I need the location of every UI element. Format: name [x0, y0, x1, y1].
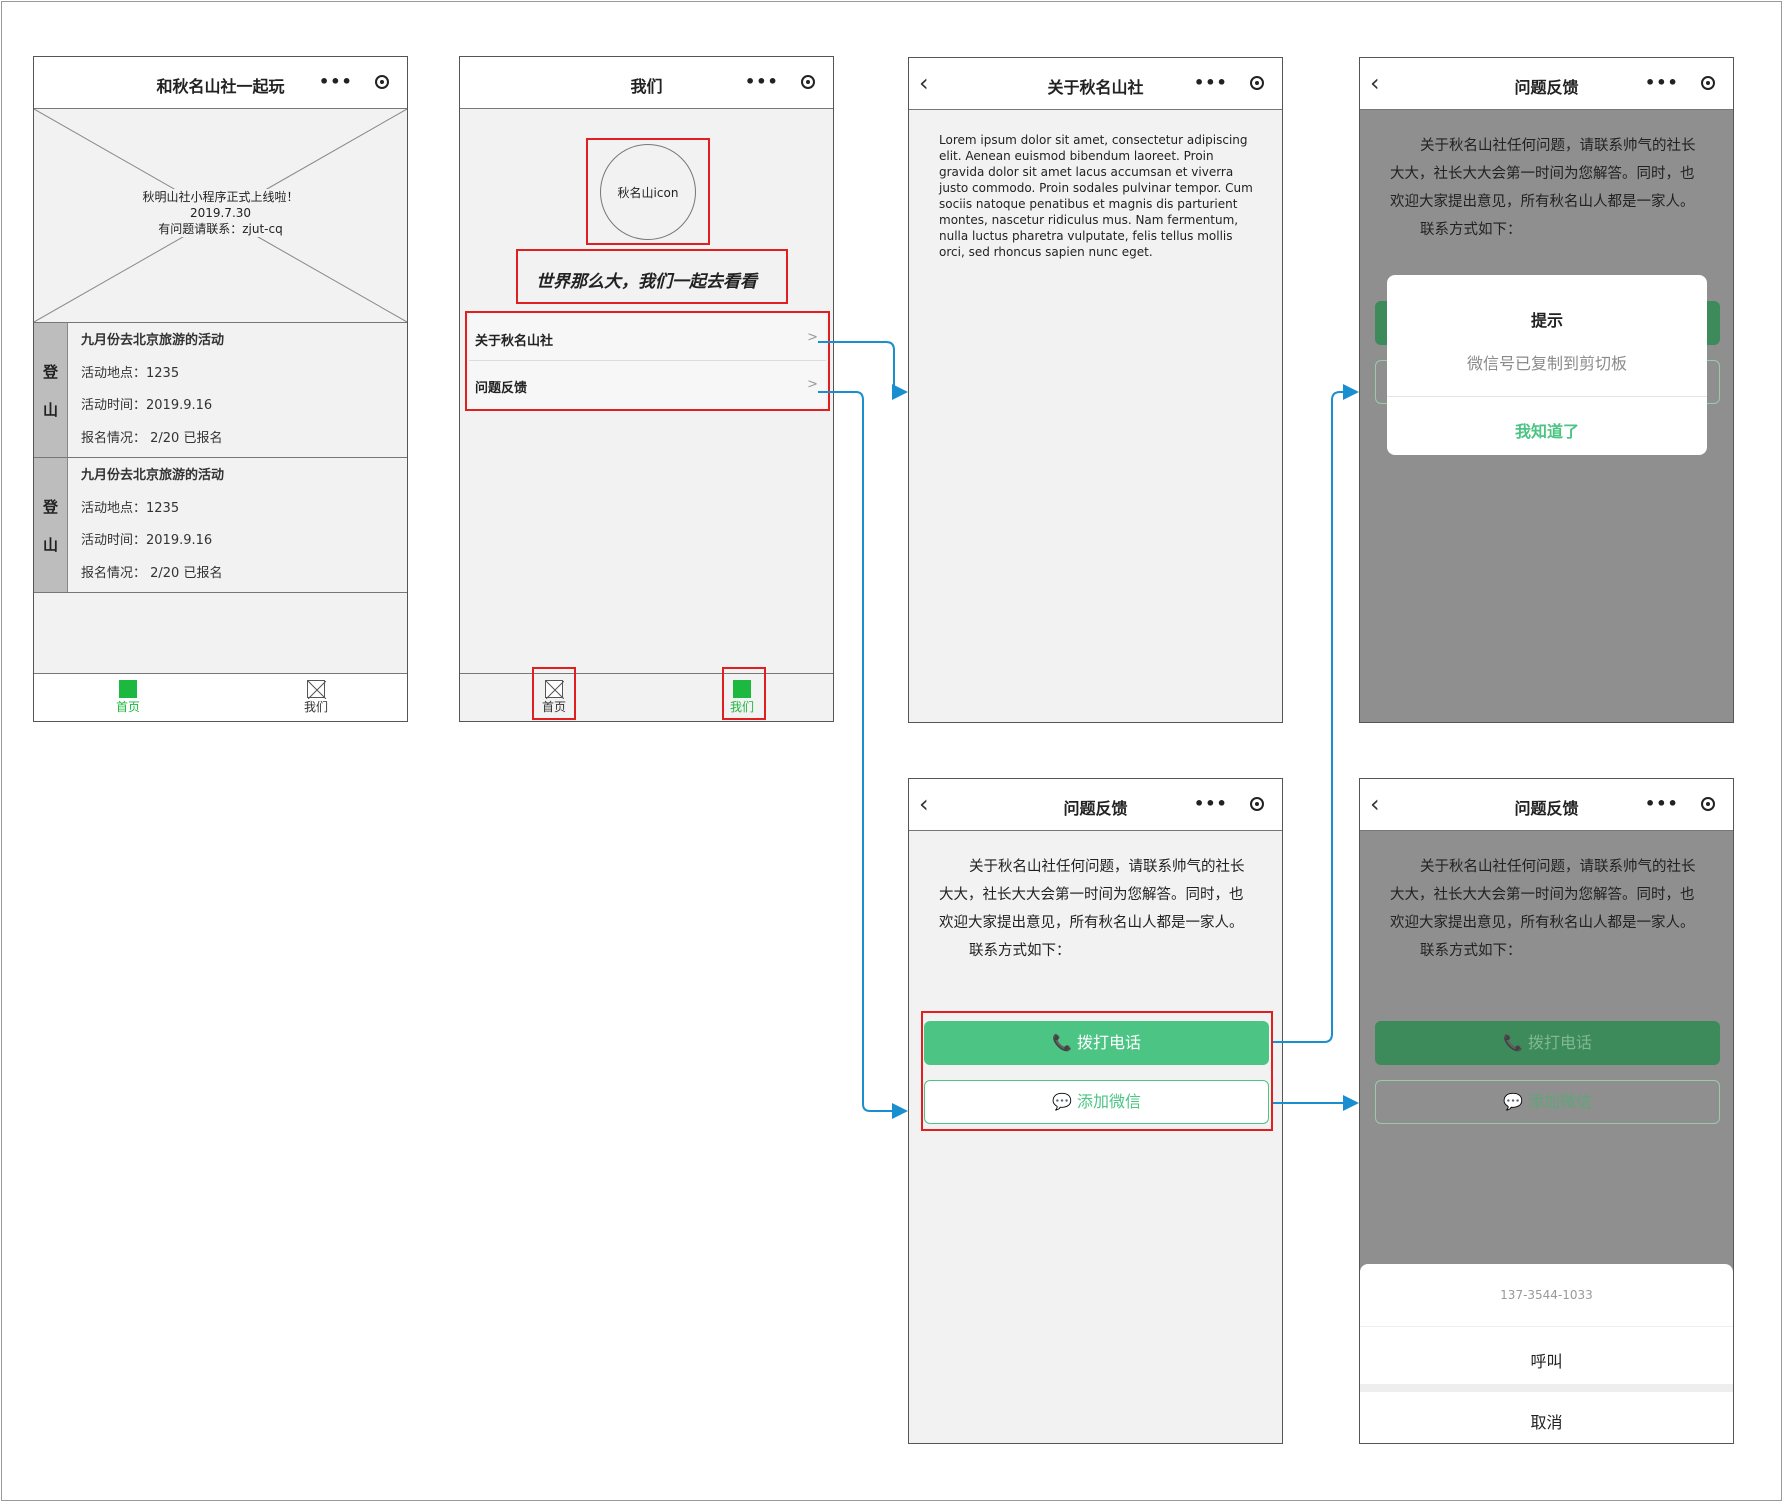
- flow-connectors: [818, 341, 1359, 1119]
- connector-about: [818, 341, 908, 400]
- connector-call: [1273, 384, 1359, 1043]
- connector-feedback: [818, 391, 908, 1119]
